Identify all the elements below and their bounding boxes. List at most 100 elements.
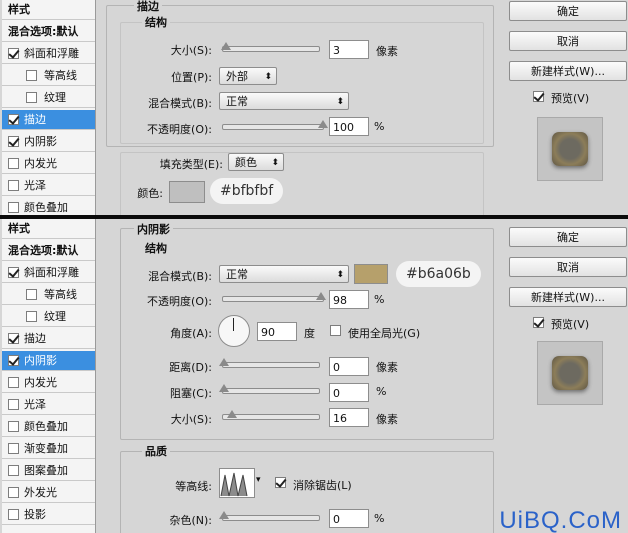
choke-slider[interactable] bbox=[219, 384, 320, 394]
style-enable-checkbox[interactable] bbox=[8, 136, 19, 147]
opacity-input[interactable]: 98 bbox=[329, 290, 369, 309]
chevron-updown-icon: ⬍ bbox=[336, 270, 344, 280]
contour-picker[interactable] bbox=[219, 468, 255, 498]
style-enable-checkbox[interactable] bbox=[8, 333, 19, 344]
noise-slider-thumb[interactable] bbox=[219, 511, 229, 519]
style-list-item[interactable]: 斜面和浮雕 bbox=[2, 263, 95, 283]
position-select[interactable]: 外部 ⬍ bbox=[219, 67, 277, 85]
shadow-color-swatch[interactable] bbox=[354, 264, 388, 284]
opacity-slider[interactable] bbox=[222, 292, 326, 302]
antialias-checkbox[interactable]: 消除锯齿(L) bbox=[275, 476, 375, 494]
blend-mode-select[interactable]: 正常 ⬍ bbox=[219, 92, 349, 110]
style-enable-checkbox[interactable] bbox=[8, 377, 19, 388]
style-list-item[interactable]: 渐变叠加 bbox=[2, 439, 95, 459]
stroke-color-swatch[interactable] bbox=[169, 181, 205, 203]
style-list-item[interactable]: 颜色叠加 bbox=[2, 198, 95, 215]
style-list-item[interactable]: 描边 bbox=[2, 329, 95, 349]
style-list-item[interactable]: 图案叠加 bbox=[2, 461, 95, 481]
style-enable-checkbox[interactable] bbox=[8, 48, 19, 59]
preview-check[interactable] bbox=[533, 317, 544, 328]
style-enable-checkbox[interactable] bbox=[8, 202, 19, 213]
size-slider-thumb[interactable] bbox=[221, 42, 231, 50]
style-list-item[interactable]: 投影 bbox=[2, 505, 95, 525]
choke-slider-thumb[interactable] bbox=[219, 384, 229, 392]
style-list-item[interactable]: 光泽 bbox=[2, 395, 95, 415]
style-list-item[interactable]: 样式 bbox=[2, 219, 95, 239]
global-light-check[interactable] bbox=[330, 325, 341, 336]
global-light-label: 使用全局光(G) bbox=[348, 327, 421, 340]
styles-list: 样式 混合选项:默认 斜面和浮雕等高线纹理描边 内阴影 内发光 光泽 颜色叠加 渐变叠加 图案叠… bbox=[2, 219, 96, 533]
noise-input[interactable]: 0 bbox=[329, 509, 369, 528]
distance-slider-thumb[interactable] bbox=[219, 358, 229, 366]
angle-input[interactable]: 90 bbox=[257, 322, 297, 341]
fill-type-select[interactable]: 颜色 ⬍ bbox=[228, 153, 284, 171]
blend-mode-select[interactable]: 正常 ⬍ bbox=[219, 265, 349, 283]
global-light-checkbox[interactable]: 使用全局光(G) bbox=[330, 323, 440, 341]
watermark: UiBQ.CoM bbox=[499, 507, 622, 533]
style-enable-checkbox[interactable] bbox=[26, 311, 37, 322]
cancel-button[interactable]: 取消 bbox=[509, 257, 627, 277]
style-list-item[interactable]: 内阴影 bbox=[2, 132, 95, 152]
style-list-item[interactable]: 描边 bbox=[2, 110, 95, 130]
style-enable-checkbox[interactable] bbox=[8, 355, 19, 366]
style-enable-checkbox[interactable] bbox=[8, 443, 19, 454]
choke-input[interactable]: 0 bbox=[329, 383, 369, 402]
style-list-item[interactable]: 混合选项:默认 bbox=[2, 241, 95, 261]
style-list-label: 等高线 bbox=[44, 288, 77, 301]
style-enable-checkbox[interactable] bbox=[8, 158, 19, 169]
antialias-check[interactable] bbox=[275, 477, 286, 488]
opacity-slider-thumb[interactable] bbox=[316, 292, 326, 300]
new-style-button[interactable]: 新建样式(W)... bbox=[509, 287, 627, 307]
noise-slider[interactable] bbox=[219, 511, 320, 521]
style-list-item[interactable]: 斜面和浮雕 bbox=[2, 44, 95, 64]
distance-input[interactable]: 0 bbox=[329, 357, 369, 376]
style-enable-checkbox[interactable] bbox=[8, 267, 19, 278]
style-enable-checkbox[interactable] bbox=[8, 399, 19, 410]
style-list-item[interactable]: 等高线 bbox=[2, 66, 95, 86]
opacity-slider-thumb[interactable] bbox=[318, 120, 328, 128]
style-list-item[interactable]: 样式 bbox=[2, 0, 95, 20]
chevron-updown-icon: ⬍ bbox=[264, 72, 272, 82]
size-unit: 像素 bbox=[376, 45, 398, 58]
style-enable-checkbox[interactable] bbox=[8, 114, 19, 125]
opacity-input[interactable]: 100 bbox=[329, 117, 369, 136]
opacity-slider[interactable] bbox=[222, 120, 328, 130]
ok-button[interactable]: 确定 bbox=[509, 1, 627, 21]
section-title: 内阴影 bbox=[134, 221, 173, 237]
size-label: 大小(S): bbox=[170, 413, 212, 426]
cancel-button[interactable]: 取消 bbox=[509, 31, 627, 51]
style-list-item[interactable]: 光泽 bbox=[2, 176, 95, 196]
style-enable-checkbox[interactable] bbox=[8, 487, 19, 498]
size-input[interactable]: 16 bbox=[329, 408, 369, 427]
preview-check[interactable] bbox=[533, 91, 544, 102]
fill-type-label: 填充类型(E): bbox=[159, 158, 223, 171]
style-list-item[interactable]: 纹理 bbox=[2, 307, 95, 327]
ok-button[interactable]: 确定 bbox=[509, 227, 627, 247]
style-list-item[interactable]: 内发光 bbox=[2, 373, 95, 393]
style-list-item[interactable]: 混合选项:默认 bbox=[2, 22, 95, 42]
size-slider-thumb[interactable] bbox=[227, 410, 237, 418]
style-enable-checkbox[interactable] bbox=[8, 421, 19, 432]
new-style-button[interactable]: 新建样式(W)... bbox=[509, 61, 627, 81]
style-enable-checkbox[interactable] bbox=[8, 509, 19, 520]
style-enable-checkbox[interactable] bbox=[26, 289, 37, 300]
distance-slider[interactable] bbox=[219, 358, 320, 368]
style-enable-checkbox[interactable] bbox=[8, 180, 19, 191]
style-list-item[interactable]: 内阴影 bbox=[2, 351, 95, 371]
contour-dropdown-arrow[interactable]: ▾ bbox=[256, 475, 261, 485]
angle-dial[interactable] bbox=[218, 315, 250, 347]
style-list-label: 纹理 bbox=[44, 91, 66, 104]
style-enable-checkbox[interactable] bbox=[26, 92, 37, 103]
size-slider[interactable] bbox=[222, 410, 320, 420]
style-list-item[interactable]: 纹理 bbox=[2, 88, 95, 108]
size-input[interactable]: 3 bbox=[329, 40, 369, 59]
style-list-label: 纹理 bbox=[44, 310, 66, 323]
style-list-item[interactable]: 外发光 bbox=[2, 483, 95, 503]
blend-mode-value: 正常 bbox=[226, 268, 248, 281]
style-list-item[interactable]: 内发光 bbox=[2, 154, 95, 174]
style-list-item[interactable]: 颜色叠加 bbox=[2, 417, 95, 437]
style-list-item[interactable]: 等高线 bbox=[2, 285, 95, 305]
size-slider[interactable] bbox=[221, 42, 320, 52]
style-enable-checkbox[interactable] bbox=[26, 70, 37, 81]
style-enable-checkbox[interactable] bbox=[8, 465, 19, 476]
